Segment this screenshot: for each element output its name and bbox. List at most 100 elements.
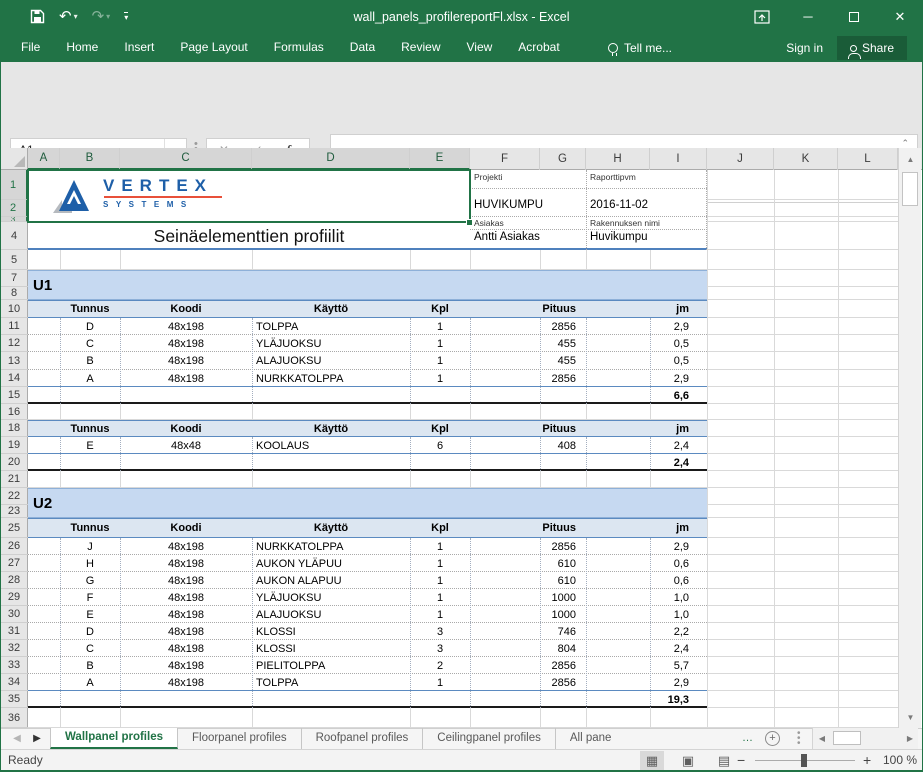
cell[interactable]: 0,6 bbox=[586, 572, 707, 589]
cell[interactable]: 746 bbox=[470, 623, 586, 640]
row-header-23[interactable]: 23 bbox=[0, 505, 28, 518]
cell[interactable]: Tunnus bbox=[60, 420, 120, 437]
cell[interactable]: 1,0 bbox=[586, 589, 707, 606]
cell[interactable]: A bbox=[60, 674, 120, 691]
row-header-8[interactable]: 8 bbox=[0, 287, 28, 300]
cell[interactable]: 48x198 bbox=[120, 606, 252, 623]
ribbon-tab-insert[interactable]: Insert bbox=[111, 33, 167, 62]
cell[interactable]: A bbox=[60, 370, 120, 387]
ribbon-tab-acrobat[interactable]: Acrobat bbox=[505, 33, 572, 62]
cell[interactable]: KLOSSI bbox=[252, 623, 410, 640]
column-header-A[interactable]: A bbox=[28, 148, 60, 170]
sheet-tab-ceilingpanel-profiles[interactable]: Ceilingpanel profiles bbox=[423, 728, 556, 749]
normal-view-icon[interactable]: ▦ bbox=[640, 751, 664, 770]
maximize-button[interactable] bbox=[831, 0, 877, 33]
column-header-H[interactable]: H bbox=[586, 148, 650, 170]
cell[interactable]: PIELITOLPPA bbox=[252, 657, 410, 674]
cell[interactable]: 48x198 bbox=[120, 370, 252, 387]
cell[interactable]: 48x198 bbox=[120, 555, 252, 572]
row-header-2[interactable]: 2 bbox=[0, 200, 28, 217]
cell[interactable]: 2856 bbox=[470, 657, 586, 674]
cell[interactable]: 1000 bbox=[470, 606, 586, 623]
cell[interactable]: 48x198 bbox=[120, 572, 252, 589]
share-button[interactable]: Share bbox=[837, 36, 907, 60]
next-sheet-icon[interactable]: ▶ bbox=[28, 728, 46, 749]
ribbon-tab-file[interactable]: File bbox=[8, 33, 53, 62]
row-header-22[interactable]: 22 bbox=[0, 488, 28, 505]
cell[interactable]: 2856 bbox=[470, 538, 586, 555]
sign-in-button[interactable]: Sign in bbox=[786, 33, 823, 62]
row-header-7[interactable]: 7 bbox=[0, 270, 28, 287]
cell[interactable]: Tunnus bbox=[60, 518, 120, 538]
row-header-10[interactable]: 10 bbox=[0, 300, 28, 318]
select-all-corner[interactable] bbox=[0, 148, 28, 170]
fill-handle[interactable] bbox=[466, 219, 473, 226]
cell[interactable]: 3 bbox=[410, 623, 470, 640]
cell[interactable]: Koodi bbox=[120, 420, 252, 437]
cell[interactable]: 2,2 bbox=[586, 623, 707, 640]
prev-sheet-icon[interactable]: ◀ bbox=[8, 728, 26, 749]
minimize-button[interactable]: ─ bbox=[785, 0, 831, 33]
cell[interactable]: 1 bbox=[410, 555, 470, 572]
cell[interactable]: E bbox=[60, 606, 120, 623]
row-header-31[interactable]: 31 bbox=[0, 623, 28, 640]
cell[interactable]: 804 bbox=[470, 640, 586, 657]
cell[interactable]: 1 bbox=[410, 538, 470, 555]
row-header-29[interactable]: 29 bbox=[0, 589, 28, 606]
cell[interactable]: 48x198 bbox=[120, 623, 252, 640]
page-layout-view-icon[interactable]: ▣ bbox=[676, 751, 700, 770]
cell[interactable]: 48x198 bbox=[120, 674, 252, 691]
cell[interactable]: 1 bbox=[410, 318, 470, 335]
cell[interactable]: 408 bbox=[470, 437, 586, 454]
zoom-in-icon[interactable]: + bbox=[863, 750, 871, 771]
cell[interactable]: 2856 bbox=[470, 674, 586, 691]
row-header-20[interactable]: 20 bbox=[0, 454, 28, 471]
cell[interactable]: C bbox=[60, 640, 120, 657]
cell[interactable]: 455 bbox=[470, 335, 586, 352]
row-header-34[interactable]: 34 bbox=[0, 674, 28, 691]
cell[interactable]: 48x198 bbox=[120, 657, 252, 674]
row-header-27[interactable]: 27 bbox=[0, 555, 28, 572]
tell-me-box[interactable]: Tell me... bbox=[608, 33, 672, 62]
row-header-1[interactable]: 1 bbox=[0, 170, 28, 200]
ribbon-display-options-icon[interactable] bbox=[739, 0, 785, 33]
cell[interactable]: C bbox=[60, 335, 120, 352]
row-header-16[interactable]: 16 bbox=[0, 404, 28, 420]
zoom-out-icon[interactable]: − bbox=[737, 750, 745, 771]
column-header-J[interactable]: J bbox=[707, 148, 774, 170]
column-header-L[interactable]: L bbox=[838, 148, 898, 170]
sheet-tab-overflow[interactable]: … bbox=[742, 728, 753, 749]
cell[interactable]: Pituus bbox=[470, 300, 586, 318]
cell[interactable]: KOOLAUS bbox=[252, 437, 410, 454]
cell[interactable]: ALAJUOKSU bbox=[252, 606, 410, 623]
cell[interactable]: H bbox=[60, 555, 120, 572]
cell[interactable]: B bbox=[60, 657, 120, 674]
new-sheet-icon[interactable]: + bbox=[765, 731, 780, 746]
undo-icon[interactable]: ↶▾ bbox=[59, 9, 78, 24]
cell[interactable]: 2 bbox=[410, 657, 470, 674]
ribbon-tab-home[interactable]: Home bbox=[53, 33, 111, 62]
cell[interactable]: Kpl bbox=[410, 518, 470, 538]
close-button[interactable]: ✕ bbox=[877, 0, 923, 33]
page-break-view-icon[interactable]: ▤ bbox=[712, 751, 736, 770]
cell[interactable]: 0,5 bbox=[586, 335, 707, 352]
cell[interactable]: 6 bbox=[410, 437, 470, 454]
cell[interactable]: NURKKATOLPPA bbox=[252, 538, 410, 555]
cell[interactable]: 1 bbox=[410, 589, 470, 606]
cell[interactable]: G bbox=[60, 572, 120, 589]
cell[interactable]: 1 bbox=[410, 606, 470, 623]
vertical-scroll-thumb[interactable] bbox=[902, 172, 918, 206]
cell[interactable]: 2,4 bbox=[586, 640, 707, 657]
row-header-30[interactable]: 30 bbox=[0, 606, 28, 623]
cell[interactable]: 2856 bbox=[470, 370, 586, 387]
row-header-18[interactable]: 18 bbox=[0, 420, 28, 437]
cell[interactable]: 48x198 bbox=[120, 538, 252, 555]
ribbon-tab-data[interactable]: Data bbox=[337, 33, 388, 62]
cell[interactable]: Käyttö bbox=[252, 518, 410, 538]
cell[interactable]: Pituus bbox=[470, 518, 586, 538]
vertical-scrollbar[interactable]: ▲ ▼ bbox=[898, 148, 921, 728]
column-header-G[interactable]: G bbox=[540, 148, 586, 170]
cell[interactable]: 48x48 bbox=[120, 437, 252, 454]
cell[interactable]: 48x198 bbox=[120, 335, 252, 352]
row-header-4[interactable]: 4 bbox=[0, 222, 28, 250]
